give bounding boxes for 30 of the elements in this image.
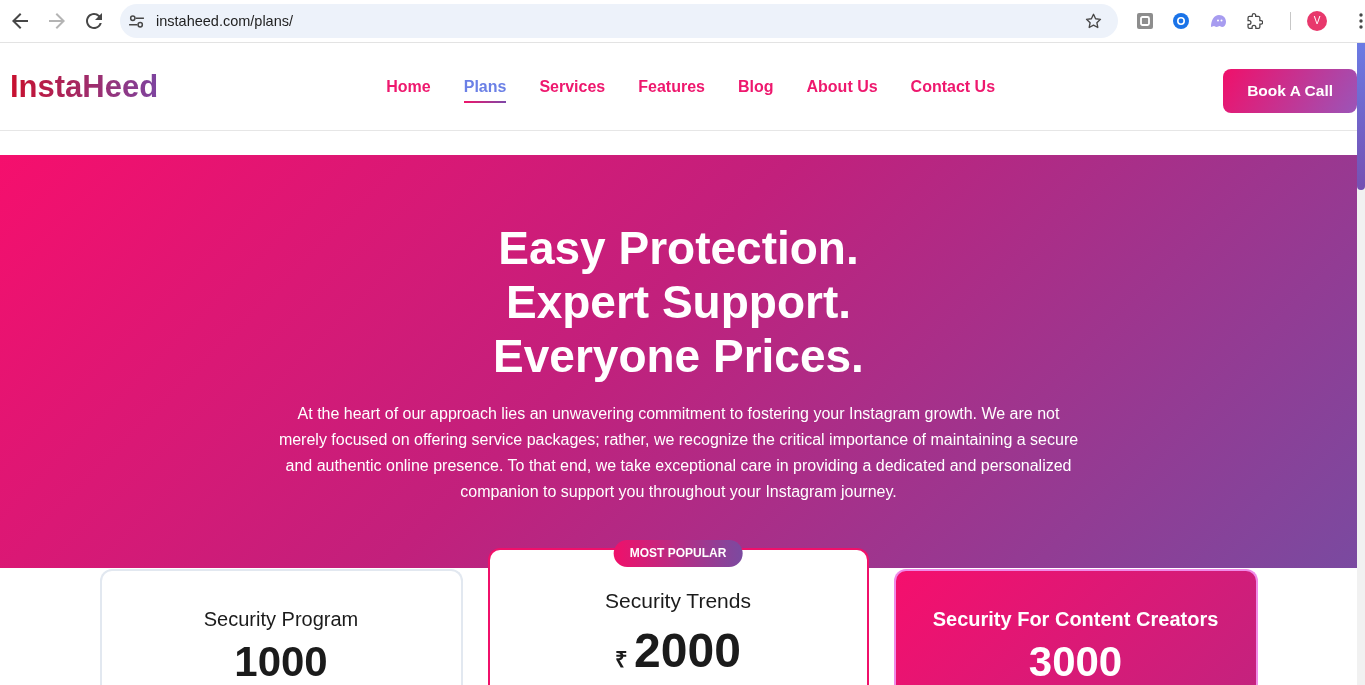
scrollbar-thumb[interactable] [1357,43,1365,190]
url-text[interactable]: instaheed.com/plans/ [156,13,1085,29]
scrollbar[interactable] [1357,43,1365,685]
puzzle-icon[interactable] [1247,13,1263,29]
plan-title: Security For Content Creators [931,607,1220,631]
plan-title: Security Program [202,607,360,631]
nav-link[interactable]: Contact Us [910,70,996,103]
extension-tile-icon[interactable] [1137,13,1153,29]
menu-icon[interactable] [1359,13,1363,29]
reload-icon[interactable] [86,13,102,29]
plan-price: 2000 [634,627,741,675]
hero-description: At the heart of our approach lies an unwavering commitment to fostering your Instagram growth. We are not merely focused on offering service packages; rather, we recognize the critical importance of maintaining a secure and authentic online presence. To that end, we take exceptional care in providing a dedicated and personalized companion to support you throughout your Instagram journey. [277,404,1080,502]
extension-disc-icon[interactable] [1173,13,1189,29]
nav-link[interactable]: Services [539,70,606,103]
currency-symbol: ₹ [615,646,629,673]
address-bar[interactable]: instaheed.com/plans/ [120,4,1118,38]
site-settings-icon[interactable] [129,14,144,28]
nav-link[interactable]: Features [638,70,705,103]
book-call-button[interactable]: Book A Call [1223,69,1357,113]
popular-badge: MOST POPULAR [613,540,743,567]
nav-link[interactable]: About Us [806,70,878,103]
plan-price: 1000 [234,641,328,683]
plan-price: 3000 [1028,641,1123,683]
hero-heading: Easy Protection. Expert Support. Everyone Prices. [492,221,865,383]
plan-title: Security Trends [604,589,752,613]
back-arrow-icon[interactable] [12,13,28,29]
profile-avatar[interactable]: V [1307,11,1327,31]
nav-link[interactable]: Home [386,70,431,103]
nav-link[interactable]: Blog [737,70,774,103]
bookmark-star-icon[interactable] [1085,13,1102,29]
